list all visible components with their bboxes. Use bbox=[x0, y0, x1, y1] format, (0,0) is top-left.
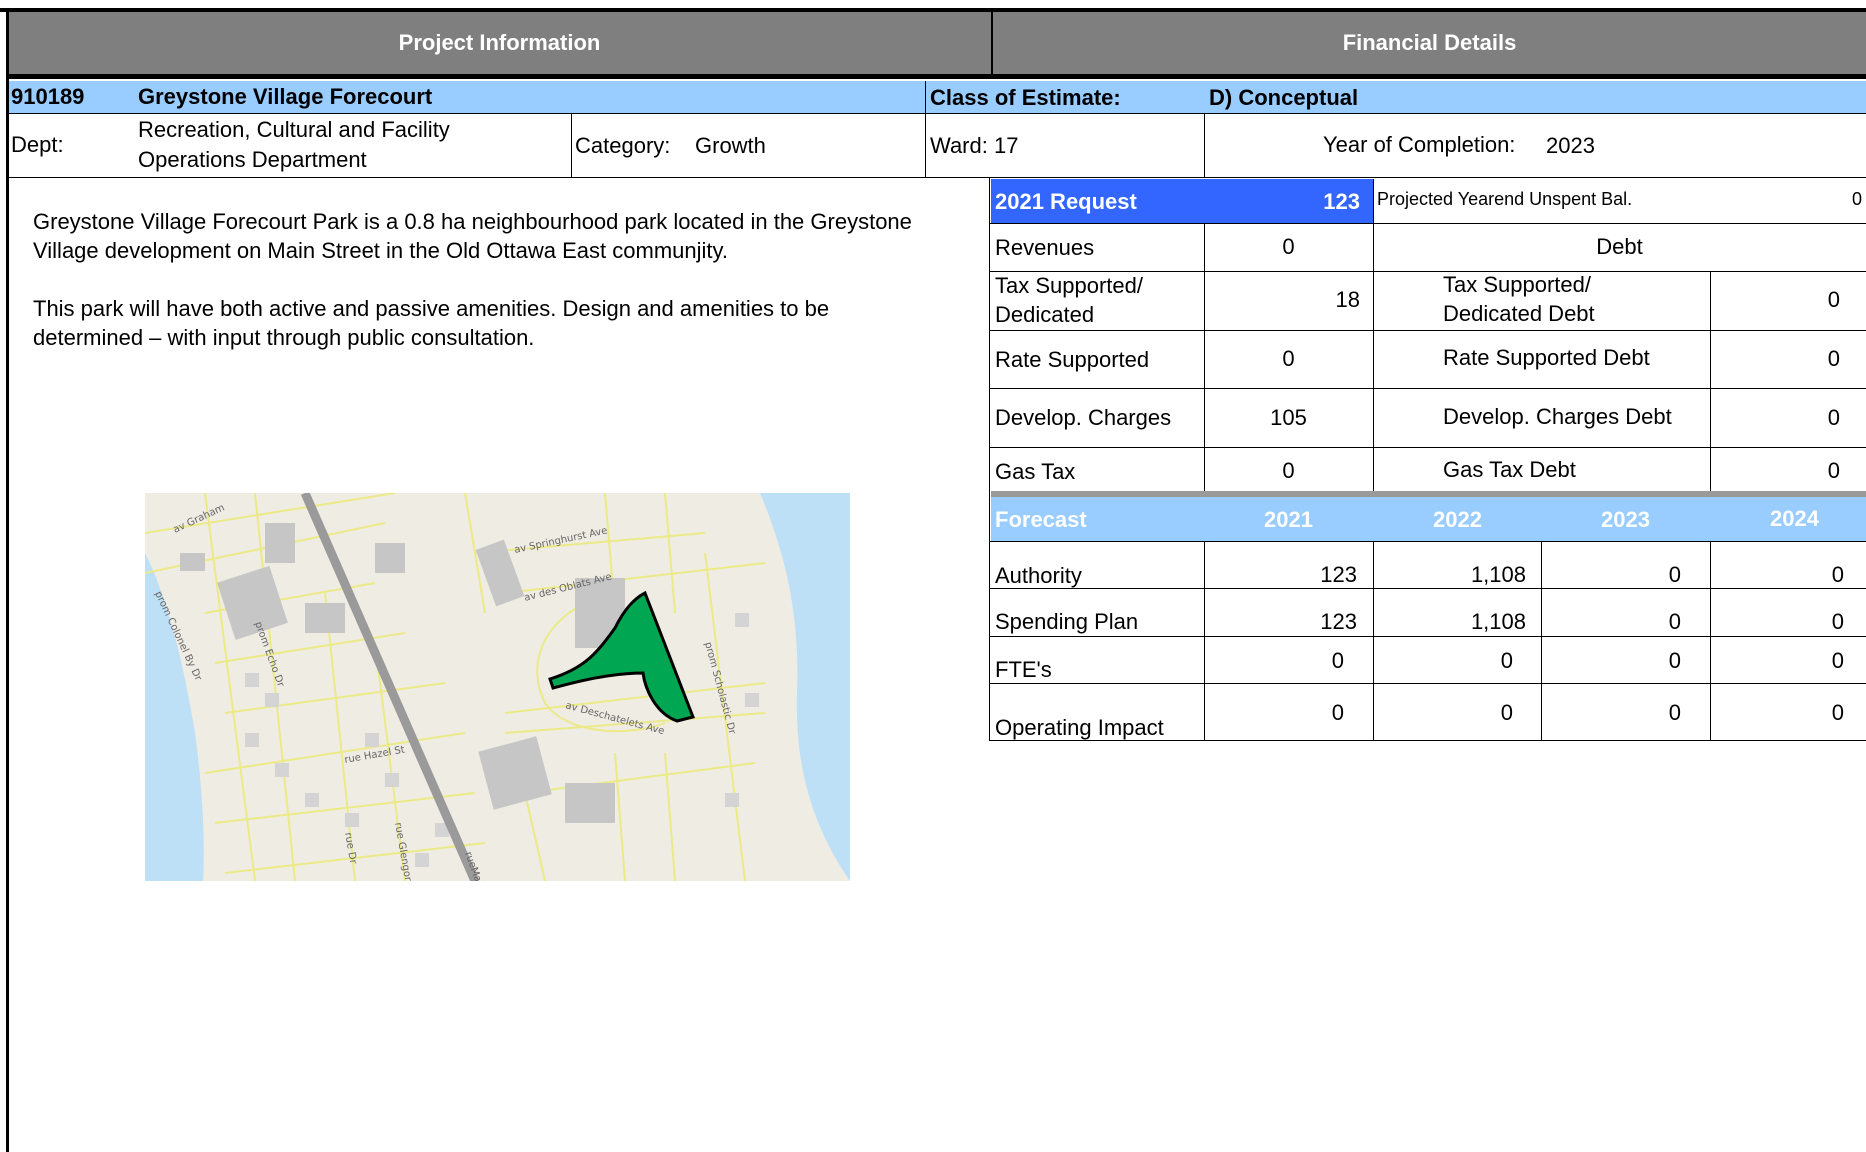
description-p2-line1: This park will have both active and pass… bbox=[33, 296, 830, 321]
ward-value: 17 bbox=[994, 133, 1019, 158]
forecast-year-2022: 2022 bbox=[1433, 507, 1482, 532]
develop-debt-label: Develop. Charges Debt bbox=[1443, 404, 1672, 429]
dept-divider bbox=[571, 113, 572, 177]
dept-line-1: Recreation, Cultural and Facility bbox=[138, 117, 450, 142]
ftes-2022: 0 bbox=[1500, 648, 1513, 673]
forecast-year-2024: 2024 bbox=[1770, 506, 1819, 531]
description-p1-line2: Village development on Main Street in th… bbox=[33, 238, 728, 263]
forecast-label: Forecast bbox=[995, 507, 1087, 532]
financial-details-header: Financial Details bbox=[993, 12, 1866, 74]
fc-rule-3 bbox=[989, 683, 1866, 684]
authority-2022: 1,108 bbox=[1470, 562, 1526, 587]
description-p1-line1: Greystone Village Forecourt Park is a 0.… bbox=[33, 209, 912, 234]
rate-supported-label: Rate Supported bbox=[995, 347, 1150, 372]
category-value: Growth bbox=[695, 133, 766, 158]
spending-plan-2021: 123 bbox=[1320, 609, 1357, 634]
rate-debt-label: Rate Supported Debt bbox=[1443, 345, 1650, 370]
spending-plan-2024: 0 bbox=[1831, 609, 1844, 634]
class-of-estimate-label: Class of Estimate: bbox=[930, 85, 1121, 110]
spending-plan-2023: 0 bbox=[1668, 609, 1681, 634]
spending-plan-2022: 1,108 bbox=[1470, 609, 1526, 634]
develop-charges-label: Develop. Charges bbox=[995, 405, 1172, 430]
request-value: 123 bbox=[1323, 189, 1360, 214]
header-bottom-rule bbox=[8, 74, 1866, 79]
operating-impact-2022: 0 bbox=[1500, 700, 1513, 725]
gas-tax-label: Gas Tax bbox=[995, 459, 1076, 484]
spending-plan-label: Spending Plan bbox=[995, 609, 1139, 634]
fin-row-rule-3 bbox=[989, 330, 1866, 331]
gas-debt-value: 0 bbox=[1827, 458, 1840, 483]
ward-divider bbox=[1204, 113, 1205, 177]
gas-debt-label: Gas Tax Debt bbox=[1443, 457, 1576, 482]
fc-rule-2 bbox=[989, 636, 1866, 637]
dept-line-2: Operations Department bbox=[138, 147, 367, 172]
title-row-divider bbox=[925, 81, 926, 113]
tax-supported-label-2: Dedicated bbox=[995, 302, 1095, 327]
unspent-value: 0 bbox=[1851, 189, 1862, 209]
request-label: 2021 Request bbox=[995, 189, 1137, 214]
revenues-label: Revenues bbox=[995, 235, 1095, 260]
ftes-label: FTE's bbox=[995, 657, 1052, 682]
category-divider bbox=[925, 113, 926, 177]
fin-left-border bbox=[989, 178, 990, 741]
forecast-year-2023: 2023 bbox=[1601, 507, 1650, 532]
gas-tax-value: 0 bbox=[1282, 458, 1295, 483]
completion-value: 2023 bbox=[1546, 133, 1595, 158]
develop-charges-value: 105 bbox=[1270, 405, 1307, 430]
completion-label: Year of Completion: bbox=[1323, 132, 1516, 157]
fin-row-rule-1 bbox=[989, 223, 1866, 224]
operating-impact-label: Operating Impact bbox=[995, 715, 1164, 740]
tax-debt-label-1: Tax Supported/ bbox=[1443, 272, 1591, 297]
title-row-bottom-rule bbox=[9, 113, 1866, 114]
class-of-estimate-value: D) Conceptual bbox=[1209, 85, 1359, 110]
fin-row-rule-5 bbox=[989, 447, 1866, 448]
fin-row-rule-4 bbox=[989, 388, 1866, 389]
ftes-2023: 0 bbox=[1668, 648, 1681, 673]
ftes-2021: 0 bbox=[1331, 648, 1344, 673]
revenues-value: 0 bbox=[1282, 234, 1295, 259]
tax-supported-label-1: Tax Supported/ bbox=[995, 273, 1143, 298]
left-border bbox=[6, 12, 9, 1152]
project-name: Greystone Village Forecourt bbox=[138, 84, 433, 109]
tax-supported-value: 18 bbox=[1335, 287, 1360, 312]
project-information-title: Project Information bbox=[398, 30, 601, 55]
fin-col-2 bbox=[1373, 179, 1374, 493]
authority-2023: 0 bbox=[1668, 562, 1681, 587]
project-information-header: Project Information bbox=[8, 12, 991, 74]
project-number: 910189 bbox=[11, 84, 85, 109]
operating-impact-2021: 0 bbox=[1331, 700, 1344, 725]
location-map: av Graham av Springhurst Ave av des Obla… bbox=[145, 493, 850, 881]
authority-2024: 0 bbox=[1831, 562, 1844, 587]
forecast-year-2021: 2021 bbox=[1264, 507, 1313, 532]
description-p2-line2: determined – with input through public c… bbox=[33, 325, 535, 350]
authority-label: Authority bbox=[995, 563, 1082, 588]
ftes-2024: 0 bbox=[1831, 648, 1844, 673]
category-label: Category: bbox=[575, 133, 671, 158]
operating-impact-2023: 0 bbox=[1668, 700, 1681, 725]
unspent-label: Projected Yearend Unspent Bal. bbox=[1377, 189, 1633, 209]
tax-debt-label-2: Dedicated Debt bbox=[1443, 301, 1595, 326]
authority-2021: 123 bbox=[1320, 562, 1357, 587]
rate-supported-value: 0 bbox=[1282, 346, 1295, 371]
debt-header: Debt bbox=[1596, 234, 1643, 259]
financial-details-title: Financial Details bbox=[1342, 30, 1517, 55]
fin-row-rule-2 bbox=[989, 271, 1866, 272]
rate-debt-value: 0 bbox=[1827, 346, 1840, 371]
forecast-header-rule bbox=[989, 541, 1866, 542]
develop-debt-value: 0 bbox=[1827, 405, 1840, 430]
operating-impact-2024: 0 bbox=[1831, 700, 1844, 725]
dept-label: Dept: bbox=[11, 132, 64, 157]
ward-label: Ward: bbox=[930, 133, 988, 158]
tax-debt-value: 0 bbox=[1827, 287, 1840, 312]
